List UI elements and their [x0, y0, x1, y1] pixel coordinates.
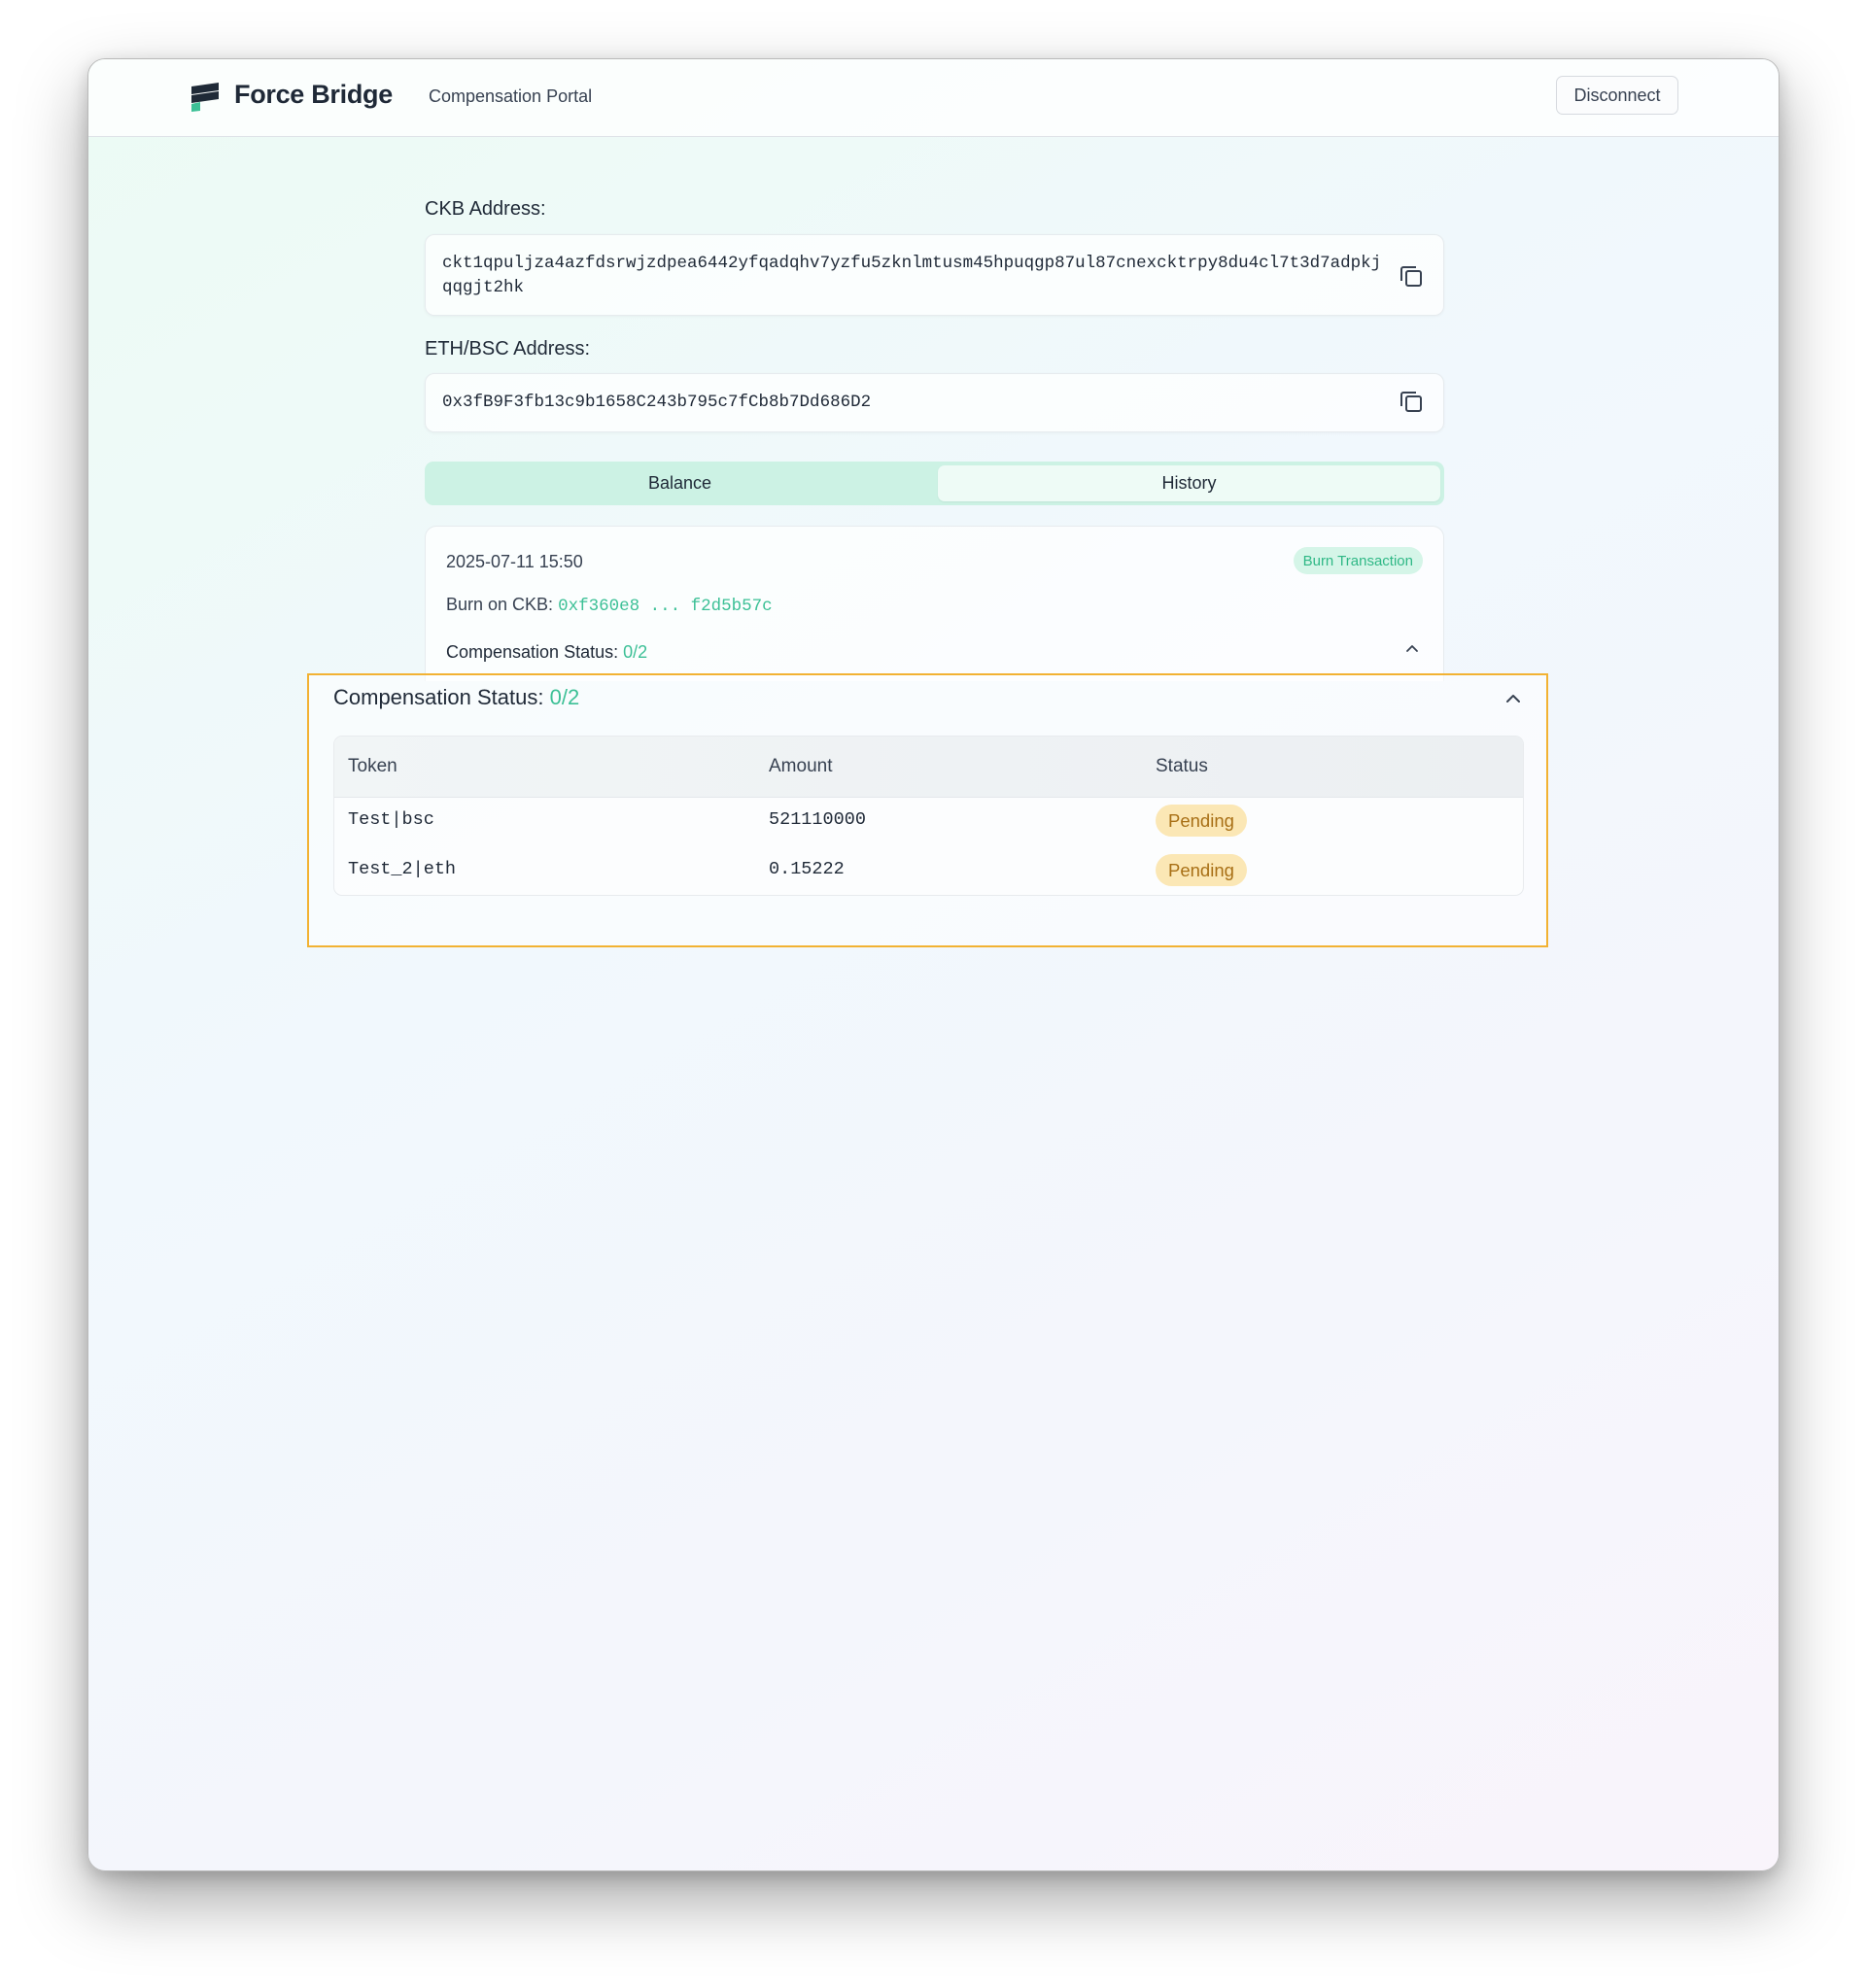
tab-balance[interactable]: Balance [429, 465, 931, 501]
burn-on-ckb-label: Burn on CKB: [446, 595, 554, 614]
view-tabs: Balance History [425, 462, 1444, 505]
column-header-token: Token [348, 756, 397, 776]
ckb-address-label: CKB Address: [425, 198, 546, 220]
compensation-panel-value: 0/2 [549, 685, 580, 709]
amount-cell: 0.15222 [769, 859, 845, 879]
eth-address-value[interactable]: 0x3fB9F3fb13c9b1658C243b795c7fCb8b7Dd686… [442, 391, 1385, 415]
transaction-card: 2025-07-11 15:50 Burn Transaction Burn o… [425, 526, 1444, 681]
compensation-status-panel: Compensation Status: 0/2 Token Amount St… [307, 673, 1548, 947]
brand-name[interactable]: Force Bridge [234, 80, 393, 110]
compensation-table: Token Amount Status Test|bsc 521110000 P… [333, 736, 1524, 896]
tab-history[interactable]: History [938, 465, 1440, 501]
disconnect-button[interactable]: Disconnect [1556, 76, 1678, 115]
token-cell: Test_2|eth [348, 859, 457, 879]
force-bridge-logo[interactable] [189, 81, 222, 114]
compensation-status-summary[interactable]: Compensation Status: 0/2 [446, 642, 647, 663]
chevron-up-icon[interactable] [1404, 641, 1420, 657]
burn-transaction-badge: Burn Transaction [1293, 547, 1423, 574]
compensation-status-value: 0/2 [623, 642, 648, 662]
top-navigation-bar: Force Bridge Compensation Portal Disconn… [88, 59, 1779, 137]
eth-address-box: 0x3fB9F3fb13c9b1658C243b795c7fCb8b7Dd686… [425, 373, 1444, 432]
column-header-status: Status [1156, 756, 1208, 776]
compensation-panel-label: Compensation Status: [333, 685, 544, 709]
nav-compensation-portal[interactable]: Compensation Portal [429, 86, 592, 107]
eth-address-label: ETH/BSC Address: [425, 338, 591, 360]
status-badge: Pending [1156, 854, 1247, 886]
burn-tx-hash-link[interactable]: 0xf360e8 ... f2d5b57c [558, 597, 773, 616]
token-cell: Test|bsc [348, 809, 434, 830]
ckb-address-value[interactable]: ckt1qpuljza4azfdsrwjzdpea6442yfqadqhv7yz… [442, 252, 1385, 300]
column-header-amount: Amount [769, 756, 833, 776]
compensation-panel-title[interactable]: Compensation Status: 0/2 [333, 685, 579, 710]
copy-icon[interactable] [1398, 388, 1425, 415]
burn-on-ckb-line: Burn on CKB: 0xf360e8 ... f2d5b57c [446, 595, 773, 616]
transaction-date: 2025-07-11 15:50 [446, 552, 583, 571]
chevron-up-icon[interactable] [1503, 688, 1524, 709]
copy-icon[interactable] [1398, 262, 1425, 290]
compensation-status-label: Compensation Status: [446, 642, 619, 662]
ckb-address-box: ckt1qpuljza4azfdsrwjzdpea6442yfqadqhv7yz… [425, 234, 1444, 316]
table-header: Token Amount Status [334, 737, 1523, 798]
amount-cell: 521110000 [769, 809, 866, 830]
status-badge: Pending [1156, 805, 1247, 837]
app-window: Force Bridge Compensation Portal Disconn… [87, 58, 1780, 1871]
